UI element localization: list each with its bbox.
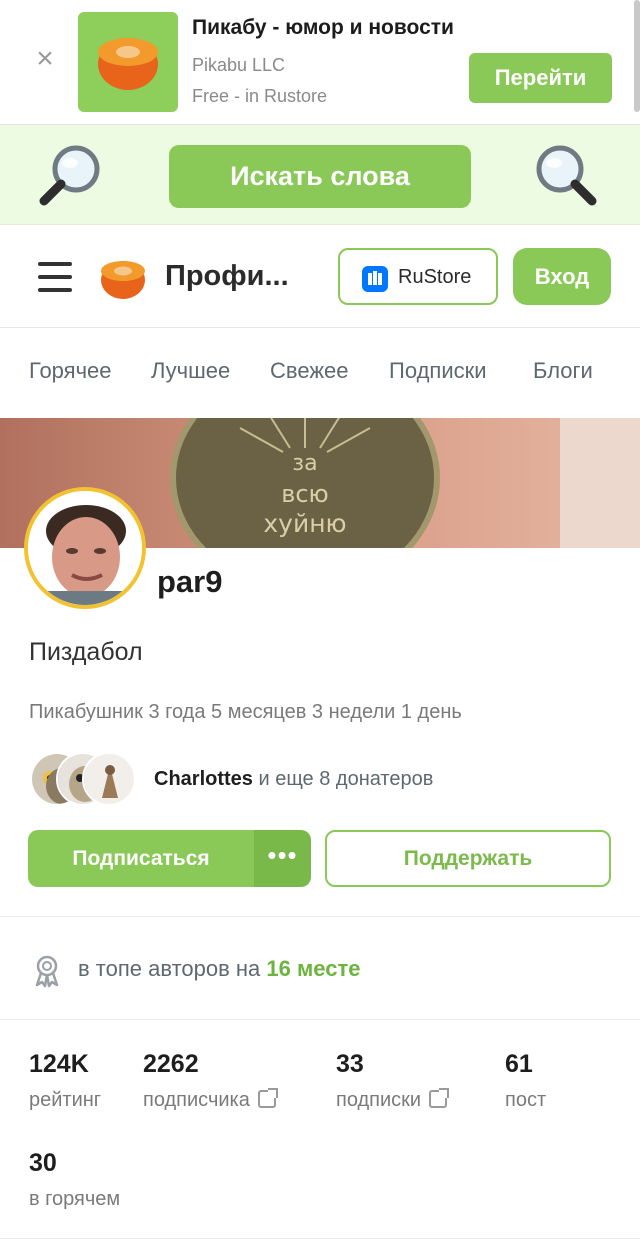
tab-subscriptions[interactable]: Подписки	[389, 358, 487, 384]
app-developer: Pikabu LLC	[192, 55, 286, 75]
divider	[0, 1238, 640, 1239]
stat-label: подписчика	[143, 1089, 250, 1111]
stat-label: в горячем	[29, 1188, 121, 1210]
tab-best[interactable]: Лучшее	[151, 358, 230, 384]
stat-label: подписки	[336, 1089, 422, 1111]
open-app-button[interactable]: Перейти	[469, 53, 612, 103]
stat-followers[interactable]: 2262 подписчика	[143, 1050, 278, 1112]
donor-avatars[interactable]	[30, 752, 140, 806]
main-nav: Горячее Лучшее Свежее Подписки Блоги	[0, 328, 640, 418]
search-words-button[interactable]: Искать слова	[169, 145, 471, 208]
support-button[interactable]: Поддержать	[325, 830, 611, 887]
pikabu-logo[interactable]	[96, 250, 150, 304]
magnifier-icon	[536, 145, 597, 206]
login-button[interactable]: Вход	[513, 248, 611, 305]
search-words-strip: Искать слова	[0, 125, 640, 225]
app-install-banner: × Пикабу - юмор и новости Pikabu LLC Fre…	[0, 0, 640, 125]
subscribe-button[interactable]: Подписаться	[28, 830, 254, 887]
external-link-icon[interactable]	[429, 1088, 450, 1108]
stat-label: рейтинг	[29, 1089, 102, 1111]
app-price: Free - in Rustore	[192, 86, 328, 106]
rustore-button[interactable]: RuStore	[338, 248, 498, 305]
top-authors-rank-value[interactable]: 16 месте	[266, 956, 360, 981]
close-icon[interactable]: ×	[30, 44, 60, 74]
divider	[0, 916, 640, 917]
donor-avatar	[82, 752, 136, 806]
top-authors-prefix: в топе авторов на	[78, 956, 267, 981]
stat-value: 33	[336, 1050, 364, 1078]
donors-count: и еще 8 донатеров	[252, 768, 434, 790]
membership-duration: Пикабушник 3 года 5 месяцев 3 недели 1 д…	[29, 701, 462, 723]
avatar[interactable]	[24, 487, 146, 609]
stat-hot[interactable]: 30 в горячем	[29, 1149, 120, 1211]
medal-icon	[35, 955, 59, 988]
stat-value: 124K	[29, 1050, 89, 1078]
username: par9	[157, 564, 223, 599]
stat-rating: 124K рейтинг	[29, 1050, 101, 1112]
tab-fresh[interactable]: Свежее	[270, 358, 349, 384]
more-options-icon[interactable]: •••	[254, 830, 311, 887]
stat-label: пост	[505, 1089, 547, 1111]
rustore-icon	[362, 266, 388, 292]
app-name: Пикабу - юмор и новости	[192, 16, 454, 39]
donor-name[interactable]: Charlottes	[154, 768, 253, 790]
top-authors-text: в топе авторов на 16 месте	[78, 956, 360, 982]
cover-text-line-1: за	[292, 451, 317, 476]
tab-hot[interactable]: Горячее	[29, 358, 112, 384]
rustore-label: RuStore	[398, 266, 472, 288]
magnifier-icon	[39, 145, 100, 206]
divider	[0, 1019, 640, 1020]
stat-value: 2262	[143, 1050, 199, 1078]
donors-summary[interactable]: Charlottes и еще 8 донатеров	[154, 768, 433, 791]
site-header: Профи... RuStore Вход	[0, 226, 640, 328]
pikabu-app-icon	[78, 12, 178, 112]
stat-subscriptions[interactable]: 33 подписки	[336, 1050, 450, 1112]
page-title: Профи...	[165, 260, 289, 292]
scrollbar[interactable]	[634, 0, 640, 112]
hamburger-menu-icon[interactable]	[38, 262, 72, 292]
stat-value: 30	[29, 1149, 57, 1177]
external-link-icon[interactable]	[257, 1088, 278, 1108]
profile-status: Пиздабол	[29, 638, 143, 666]
stat-posts[interactable]: 61 пост	[505, 1050, 546, 1112]
cover-text-line-3: хуйню	[263, 509, 346, 538]
tab-blogs[interactable]: Блоги	[533, 358, 593, 384]
stat-value: 61	[505, 1050, 533, 1078]
cover-text-line-2: всю	[281, 480, 329, 508]
